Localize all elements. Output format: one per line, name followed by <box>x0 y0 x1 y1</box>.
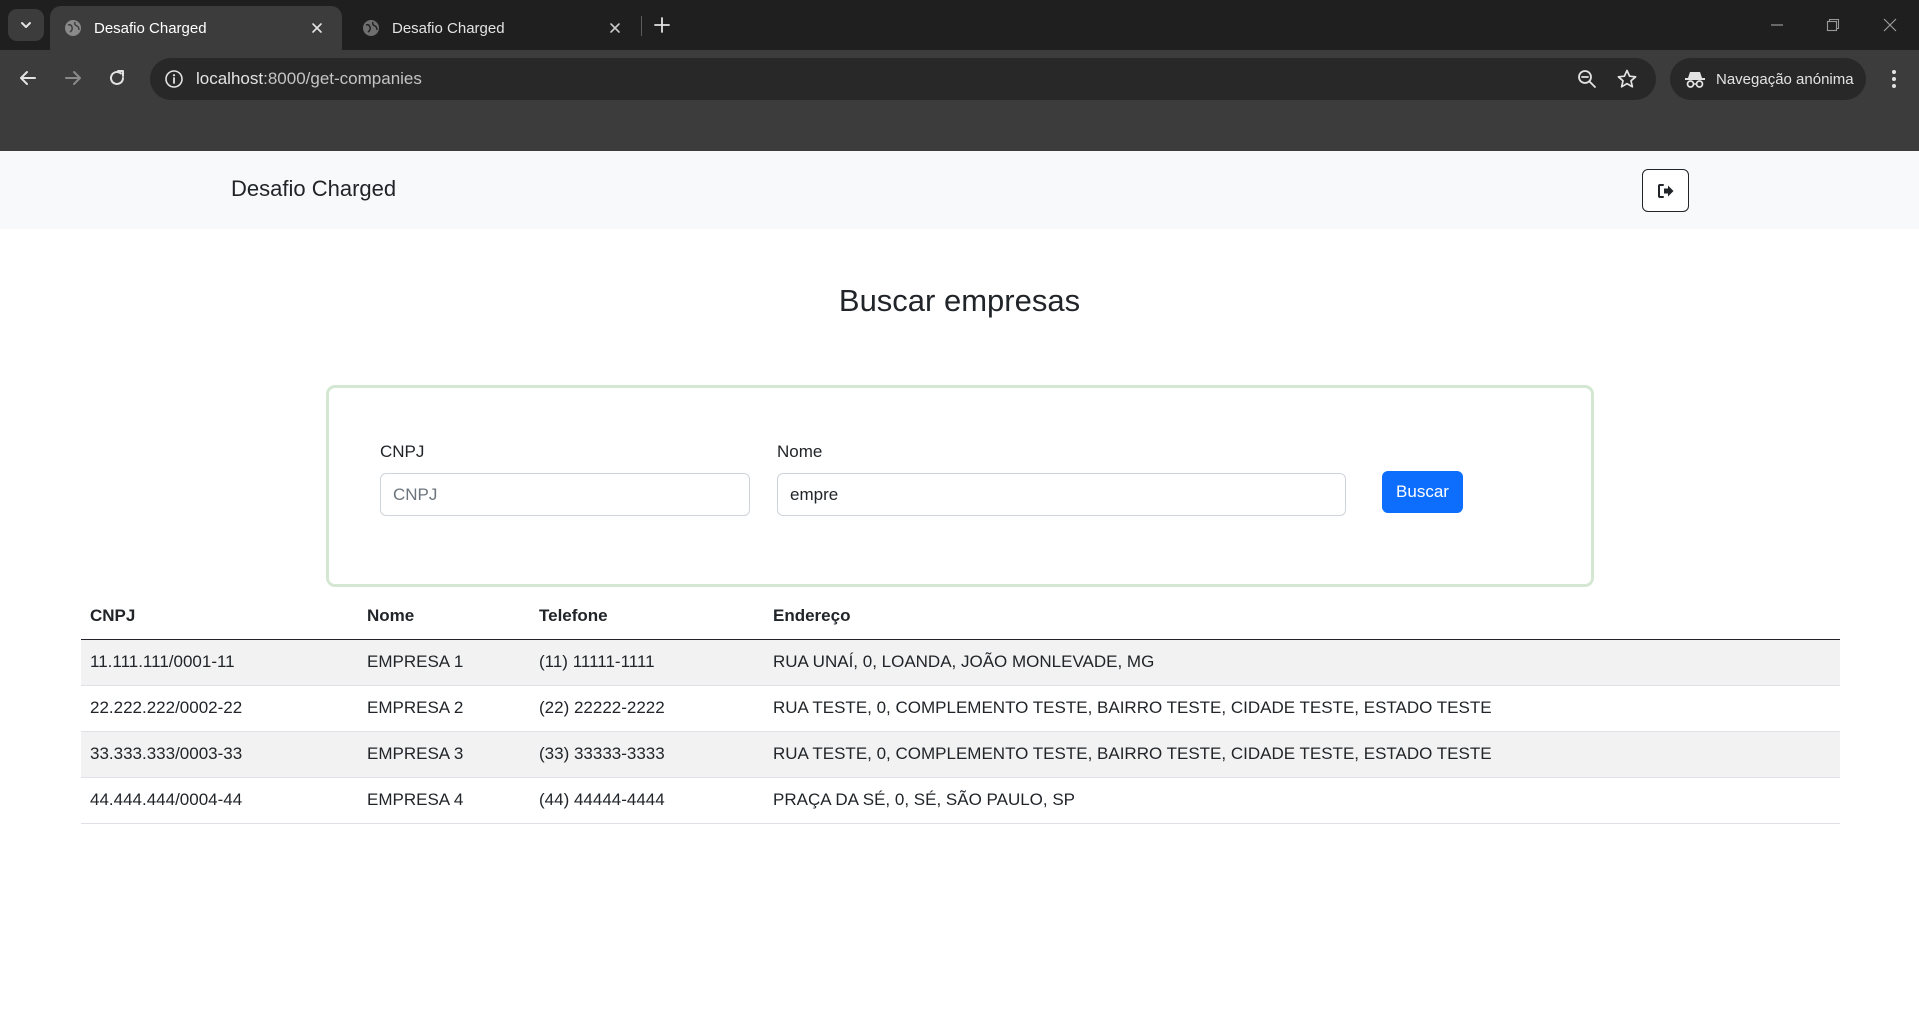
cell-telefone: (44) 44444-4444 <box>530 777 764 824</box>
cell-telefone: (22) 22222-2222 <box>530 685 764 732</box>
table-row: 33.333.333/0003-33 EMPRESA 3 (33) 33333-… <box>81 731 1840 778</box>
browser-tab-inactive[interactable]: Desafio Charged <box>348 6 640 50</box>
table-row: 44.444.444/0004-44 EMPRESA 4 (44) 44444-… <box>81 777 1840 824</box>
cell-endereco: RUA TESTE, 0, COMPLEMENTO TESTE, BAIRRO … <box>764 731 1840 778</box>
column-header-endereco: Endereço <box>764 594 1840 640</box>
arrow-left-icon <box>20 71 36 85</box>
cell-endereco: RUA UNAÍ, 0, LOANDA, JOÃO MONLEVADE, MG <box>764 639 1840 686</box>
url-path: :8000/get-companies <box>263 69 422 88</box>
column-header-nome: Nome <box>358 594 530 640</box>
url-text[interactable]: localhost:8000/get-companies <box>196 69 422 89</box>
tab-close-icon[interactable] <box>604 17 626 39</box>
plus-icon <box>654 17 670 33</box>
app-navbar: Desafio Charged <box>0 151 1919 229</box>
restore-icon <box>1826 18 1840 32</box>
close-window-button[interactable] <box>1877 12 1903 38</box>
browser-toolbar: localhost:8000/get-companies Navegação a… <box>0 50 1919 151</box>
table-header-row: CNPJ Nome Telefone Endereço <box>81 594 1840 640</box>
cell-telefone: (33) 33333-3333 <box>530 731 764 778</box>
logout-button[interactable] <box>1642 169 1689 212</box>
forward-button[interactable] <box>56 61 90 95</box>
tab-close-icon[interactable] <box>306 17 328 39</box>
cell-cnpj: 11.111.111/0001-11 <box>81 639 358 686</box>
tab-title: Desafio Charged <box>392 19 505 37</box>
restore-button[interactable] <box>1820 12 1846 38</box>
page-title: Buscar empresas <box>838 283 1081 318</box>
cell-cnpj: 33.333.333/0003-33 <box>81 731 358 778</box>
chevron-down-icon <box>21 22 31 28</box>
browser-tab-active[interactable]: Desafio Charged <box>50 6 342 50</box>
table-row: 11.111.111/0001-11 EMPRESA 1 (11) 11111-… <box>81 639 1840 686</box>
new-tab-button[interactable] <box>650 11 674 39</box>
globe-icon <box>362 19 380 37</box>
browser-tab-strip: Desafio Charged Desafio Charged <box>0 0 1919 50</box>
column-header-cnpj: CNPJ <box>81 594 358 640</box>
minimize-button[interactable] <box>1764 12 1790 38</box>
close-icon <box>1883 18 1897 32</box>
app-brand[interactable]: Desafio Charged <box>231 176 396 202</box>
search-form-card: CNPJ CNPJ Nome empre Buscar <box>326 385 1594 587</box>
globe-icon <box>64 19 82 37</box>
bookmark-star-icon[interactable] <box>1614 66 1640 92</box>
search-button[interactable]: Buscar <box>1382 471 1463 513</box>
cell-telefone: (11) 11111-1111 <box>530 639 764 686</box>
cnpj-label: CNPJ <box>380 442 425 461</box>
tab-separator <box>641 16 642 36</box>
address-bar[interactable]: localhost:8000/get-companies <box>150 58 1656 100</box>
url-host: localhost <box>196 69 264 88</box>
table-row: 22.222.222/0002-22 EMPRESA 2 (22) 22222-… <box>81 685 1840 732</box>
back-button[interactable] <box>11 61 45 95</box>
cell-nome: EMPRESA 4 <box>358 777 530 824</box>
cell-cnpj: 22.222.222/0002-22 <box>81 685 358 732</box>
incognito-label: Navegação anónima <box>1716 70 1854 88</box>
cell-nome: EMPRESA 1 <box>358 639 530 686</box>
reload-button[interactable] <box>100 61 134 95</box>
page-content: Desafio Charged Buscar empresas CNPJ CNP… <box>0 151 1919 1018</box>
more-vertical-icon <box>1892 70 1896 88</box>
arrow-right-icon <box>65 71 81 85</box>
nome-input[interactable]: empre <box>777 473 1346 516</box>
logout-icon <box>1657 183 1673 198</box>
site-info-icon[interactable] <box>162 67 186 91</box>
cell-nome: EMPRESA 2 <box>358 685 530 732</box>
minimize-icon <box>1771 24 1783 26</box>
cell-endereco: RUA TESTE, 0, COMPLEMENTO TESTE, BAIRRO … <box>764 685 1840 732</box>
nome-label: Nome <box>777 442 823 461</box>
cell-endereco: PRAÇA DA SÉ, 0, SÉ, SÃO PAULO, SP <box>764 777 1840 824</box>
reload-icon <box>110 70 124 85</box>
incognito-indicator[interactable]: Navegação anónima <box>1670 58 1866 100</box>
cell-nome: EMPRESA 3 <box>358 731 530 778</box>
cnpj-input[interactable]: CNPJ <box>380 473 750 516</box>
tab-search-button[interactable] <box>8 9 44 41</box>
zoom-icon[interactable] <box>1574 66 1600 92</box>
tab-title: Desafio Charged <box>94 19 207 37</box>
browser-menu-button[interactable] <box>1880 63 1908 95</box>
incognito-icon <box>1684 68 1706 90</box>
column-header-telefone: Telefone <box>530 594 764 640</box>
companies-table: CNPJ Nome Telefone Endereço 11.111.111/0… <box>81 594 1840 824</box>
cell-cnpj: 44.444.444/0004-44 <box>81 777 358 824</box>
